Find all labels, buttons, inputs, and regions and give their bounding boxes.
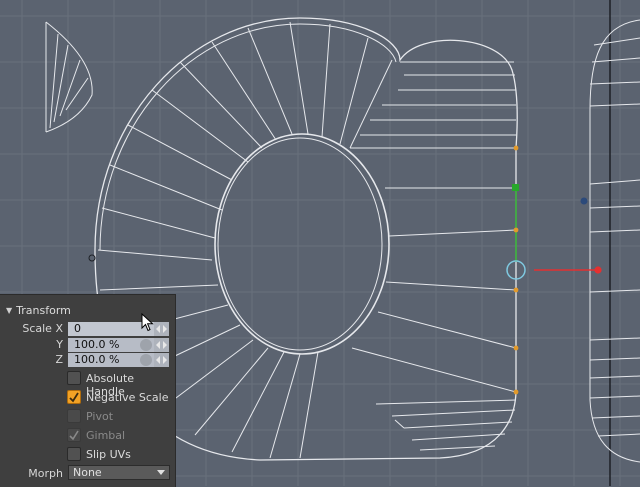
morph-value: None [73, 466, 102, 479]
y-axis-cap[interactable] [512, 184, 519, 191]
negative-scale-label: Negative Scale [86, 391, 169, 404]
scale-x-spinner[interactable] [154, 322, 169, 336]
negative-scale-checkbox[interactable] [67, 390, 81, 404]
morph-label: Morph [28, 467, 63, 480]
gimbal-label: Gimbal [86, 429, 126, 442]
channel-lock-icon[interactable] [140, 354, 152, 366]
panel-title: Transform [16, 303, 71, 317]
x-axis-cap[interactable] [594, 266, 602, 274]
pivot-checkbox[interactable] [67, 409, 81, 423]
mouse-cursor-icon [141, 313, 154, 332]
scale-y-spinner[interactable] [154, 338, 169, 352]
slip-uvs-checkbox[interactable] [67, 447, 81, 461]
pivot-label: Pivot [86, 410, 114, 423]
z-axis-cap[interactable] [580, 197, 588, 205]
chevron-down-icon [157, 470, 165, 475]
scale-z-spinner[interactable] [154, 353, 169, 367]
morph-select[interactable]: None [68, 465, 170, 480]
scale-y-label: Y [56, 338, 63, 351]
panel-header[interactable]: ▼ Transform [6, 302, 71, 318]
checkmark-icon [69, 392, 79, 403]
slip-uvs-label: Slip UVs [86, 448, 131, 461]
gimbal-checkbox[interactable] [67, 428, 81, 442]
channel-lock-icon[interactable] [140, 339, 152, 351]
collapse-triangle-icon[interactable]: ▼ [6, 306, 12, 315]
scale-z-label: Z [55, 353, 63, 366]
absolute-handle-checkbox[interactable] [67, 371, 81, 385]
checkmark-icon [69, 430, 79, 441]
scale-x-label: Scale X [22, 322, 63, 335]
